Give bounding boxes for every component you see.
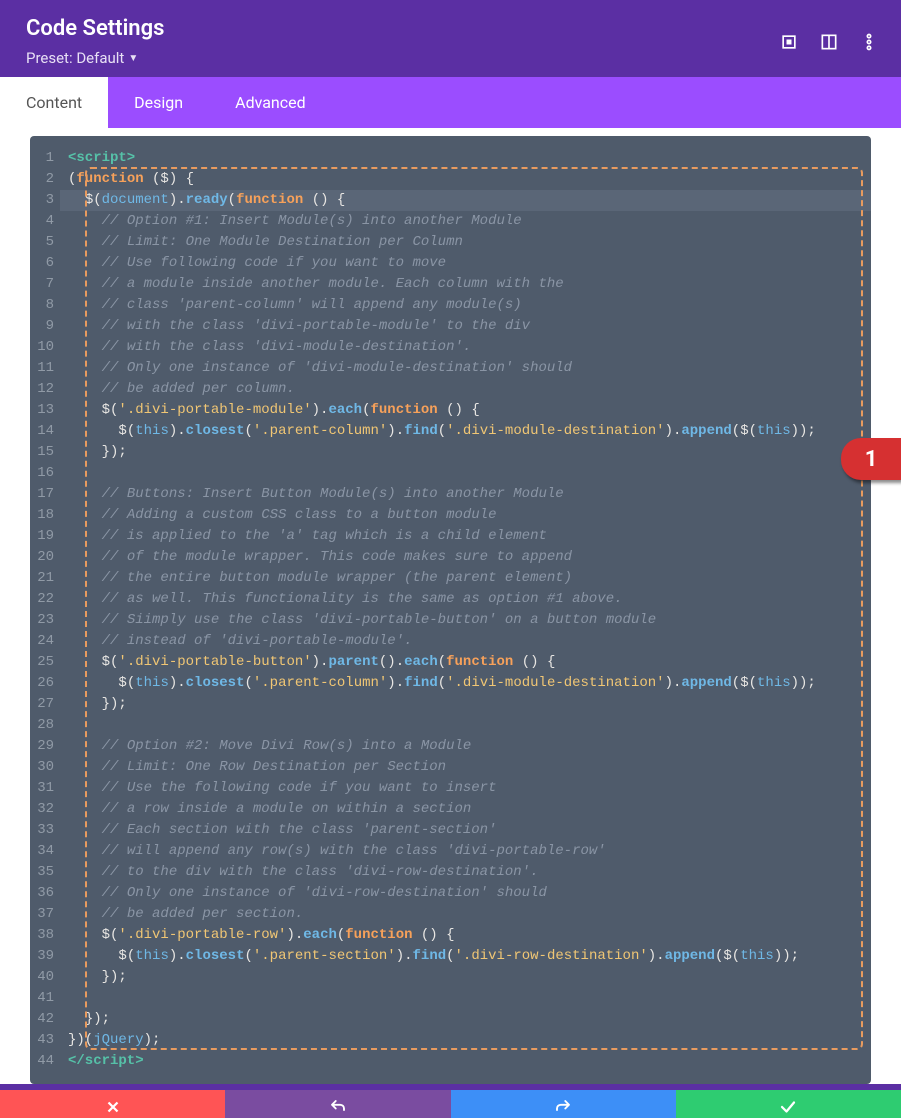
code-line[interactable] <box>68 988 865 1009</box>
code-line[interactable]: // Buttons: Insert Button Module(s) into… <box>68 484 865 505</box>
code-editor[interactable]: 1234567891011121314151617181920212223242… <box>30 136 871 1084</box>
code-line[interactable]: (function ($) { <box>68 169 865 190</box>
preset-label: Preset: Default <box>26 49 124 67</box>
preset-selector[interactable]: Preset: Default ▼ <box>26 49 164 67</box>
code-content[interactable]: <script>(function ($) { $(document).read… <box>60 136 871 1084</box>
code-line[interactable]: // be added per section. <box>68 904 865 925</box>
code-line[interactable]: // to the div with the class 'divi-row-d… <box>68 862 865 883</box>
caret-down-icon: ▼ <box>128 53 138 64</box>
code-line[interactable]: // of the module wrapper. This code make… <box>68 547 865 568</box>
line-gutter: 1234567891011121314151617181920212223242… <box>30 136 60 1084</box>
modal-title: Code Settings <box>26 16 164 41</box>
tab-advanced[interactable]: Advanced <box>209 77 332 128</box>
code-line[interactable]: // Use following code if you want to mov… <box>68 253 865 274</box>
code-line[interactable]: // with the class 'divi-module-destinati… <box>68 337 865 358</box>
header-icons <box>779 32 879 52</box>
code-line[interactable]: // a module inside another module. Each … <box>68 274 865 295</box>
code-line[interactable]: }); <box>68 694 865 715</box>
code-line[interactable]: // Limit: One Module Destination per Col… <box>68 232 865 253</box>
code-line[interactable]: })(jQuery); <box>68 1030 865 1051</box>
code-line[interactable]: }); <box>68 1009 865 1030</box>
code-line[interactable]: // with the class 'divi-portable-module'… <box>68 316 865 337</box>
close-button[interactable] <box>0 1090 225 1118</box>
code-line[interactable]: <script> <box>68 148 865 169</box>
code-line[interactable]: // Option #2: Move Divi Row(s) into a Mo… <box>68 736 865 757</box>
save-button[interactable] <box>676 1090 901 1118</box>
code-line[interactable]: $('.divi-portable-row').each(function ()… <box>68 925 865 946</box>
code-line[interactable]: // Limit: One Row Destination per Sectio… <box>68 757 865 778</box>
tab-content[interactable]: Content <box>0 77 108 128</box>
code-line[interactable]: // Option #1: Insert Module(s) into anot… <box>68 211 865 232</box>
code-line[interactable]: // Only one instance of 'divi-row-destin… <box>68 883 865 904</box>
columns-icon[interactable] <box>819 32 839 52</box>
code-line[interactable]: // Adding a custom CSS class to a button… <box>68 505 865 526</box>
code-line[interactable]: // instead of 'divi-portable-module'. <box>68 631 865 652</box>
code-line[interactable]: $(document).ready(function () { <box>60 190 871 211</box>
redo-button[interactable] <box>451 1090 676 1118</box>
code-line[interactable]: // the entire button module wrapper (the… <box>68 568 865 589</box>
code-line[interactable]: // Only one instance of 'divi-module-des… <box>68 358 865 379</box>
undo-button[interactable] <box>225 1090 450 1118</box>
code-line[interactable] <box>68 715 865 736</box>
code-line[interactable]: // a row inside a module on within a sec… <box>68 799 865 820</box>
code-line[interactable]: }); <box>68 967 865 988</box>
code-line[interactable]: // Each section with the class 'parent-s… <box>68 820 865 841</box>
editor-area: 1234567891011121314151617181920212223242… <box>0 128 901 1084</box>
code-line[interactable]: </script> <box>68 1051 865 1072</box>
modal-header: Code Settings Preset: Default ▼ <box>0 0 901 77</box>
tab-design[interactable]: Design <box>108 77 209 128</box>
footer-actions <box>0 1090 901 1118</box>
code-line[interactable]: // is applied to the 'a' tag which is a … <box>68 526 865 547</box>
title-block: Code Settings Preset: Default ▼ <box>26 16 164 67</box>
annotation-badge: 1 <box>841 438 901 480</box>
code-line[interactable]: }); <box>68 442 865 463</box>
code-line[interactable]: $('.divi-portable-button').parent().each… <box>68 652 865 673</box>
code-line[interactable] <box>68 463 865 484</box>
code-line[interactable]: // class 'parent-column' will append any… <box>68 295 865 316</box>
code-line[interactable]: // as well. This functionality is the sa… <box>68 589 865 610</box>
tabs: Content Design Advanced <box>0 77 901 128</box>
fullscreen-icon[interactable] <box>779 32 799 52</box>
code-line[interactable]: $('.divi-portable-module').each(function… <box>68 400 865 421</box>
code-line[interactable]: $(this).closest('.parent-column').find('… <box>68 673 865 694</box>
more-icon[interactable] <box>859 32 879 52</box>
code-line[interactable]: // Use the following code if you want to… <box>68 778 865 799</box>
code-line[interactable]: // be added per column. <box>68 379 865 400</box>
code-line[interactable]: // will append any row(s) with the class… <box>68 841 865 862</box>
code-line[interactable]: $(this).closest('.parent-section').find(… <box>68 946 865 967</box>
code-line[interactable]: // Siimply use the class 'divi-portable-… <box>68 610 865 631</box>
code-line[interactable]: $(this).closest('.parent-column').find('… <box>68 421 865 442</box>
